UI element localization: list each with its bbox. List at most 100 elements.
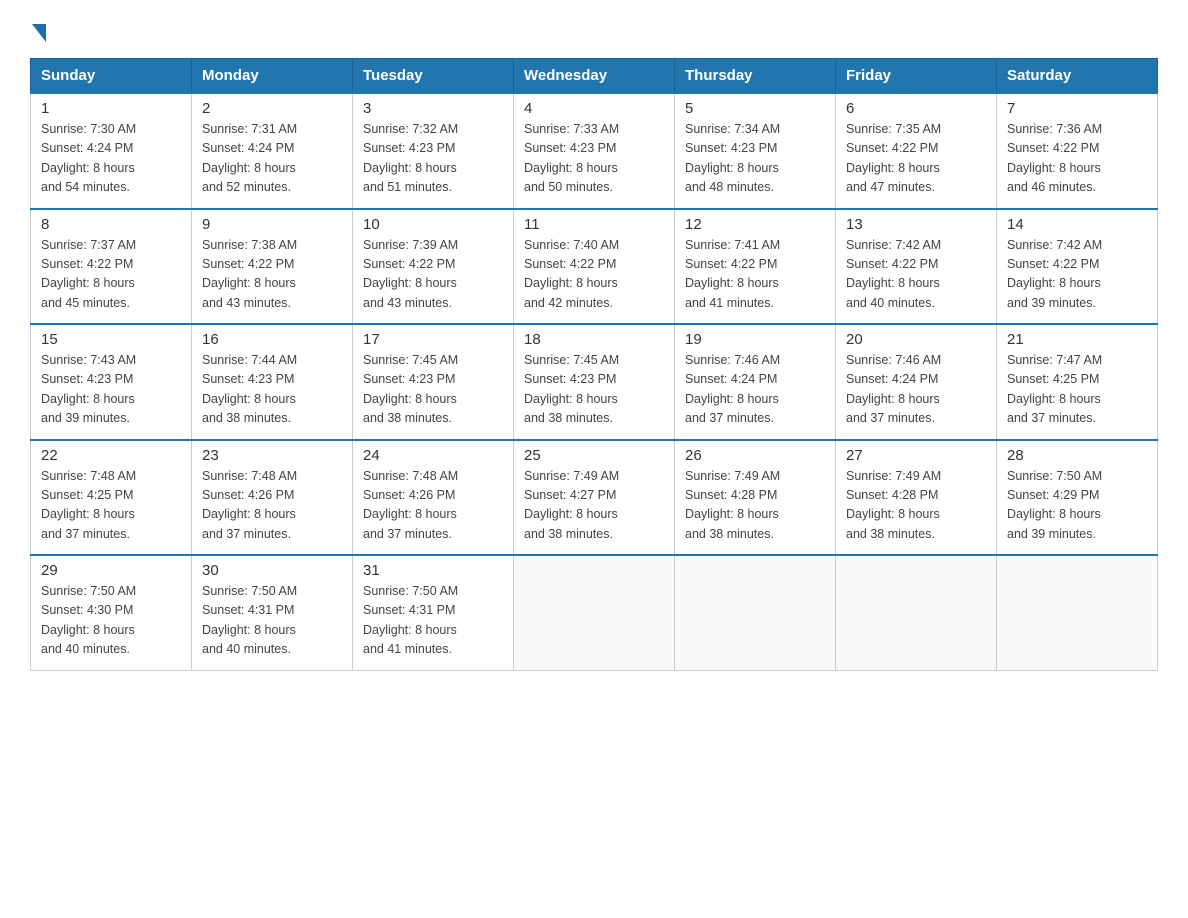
calendar-week-row: 8 Sunrise: 7:37 AM Sunset: 4:22 PM Dayli… xyxy=(31,209,1158,325)
calendar-cell: 30 Sunrise: 7:50 AM Sunset: 4:31 PM Dayl… xyxy=(192,555,353,670)
weekday-header-monday: Monday xyxy=(192,59,353,94)
calendar-cell: 31 Sunrise: 7:50 AM Sunset: 4:31 PM Dayl… xyxy=(353,555,514,670)
weekday-header-thursday: Thursday xyxy=(675,59,836,94)
day-info: Sunrise: 7:41 AM Sunset: 4:22 PM Dayligh… xyxy=(685,236,825,314)
day-info: Sunrise: 7:47 AM Sunset: 4:25 PM Dayligh… xyxy=(1007,351,1147,429)
calendar-cell: 22 Sunrise: 7:48 AM Sunset: 4:25 PM Dayl… xyxy=(31,440,192,556)
day-number: 13 xyxy=(846,216,986,233)
weekday-header-friday: Friday xyxy=(836,59,997,94)
day-number: 19 xyxy=(685,331,825,348)
calendar-cell: 9 Sunrise: 7:38 AM Sunset: 4:22 PM Dayli… xyxy=(192,209,353,325)
calendar-cell: 20 Sunrise: 7:46 AM Sunset: 4:24 PM Dayl… xyxy=(836,324,997,440)
day-number: 14 xyxy=(1007,216,1147,233)
calendar-cell: 3 Sunrise: 7:32 AM Sunset: 4:23 PM Dayli… xyxy=(353,93,514,209)
day-info: Sunrise: 7:36 AM Sunset: 4:22 PM Dayligh… xyxy=(1007,120,1147,198)
calendar-week-row: 22 Sunrise: 7:48 AM Sunset: 4:25 PM Dayl… xyxy=(31,440,1158,556)
calendar-cell xyxy=(997,555,1158,670)
calendar-cell: 13 Sunrise: 7:42 AM Sunset: 4:22 PM Dayl… xyxy=(836,209,997,325)
calendar-cell: 25 Sunrise: 7:49 AM Sunset: 4:27 PM Dayl… xyxy=(514,440,675,556)
calendar-cell: 7 Sunrise: 7:36 AM Sunset: 4:22 PM Dayli… xyxy=(997,93,1158,209)
day-info: Sunrise: 7:45 AM Sunset: 4:23 PM Dayligh… xyxy=(524,351,664,429)
weekday-header-saturday: Saturday xyxy=(997,59,1158,94)
day-number: 11 xyxy=(524,216,664,233)
calendar-cell: 24 Sunrise: 7:48 AM Sunset: 4:26 PM Dayl… xyxy=(353,440,514,556)
day-info: Sunrise: 7:43 AM Sunset: 4:23 PM Dayligh… xyxy=(41,351,181,429)
calendar-cell: 12 Sunrise: 7:41 AM Sunset: 4:22 PM Dayl… xyxy=(675,209,836,325)
calendar-cell xyxy=(514,555,675,670)
calendar-cell xyxy=(675,555,836,670)
calendar-cell: 23 Sunrise: 7:48 AM Sunset: 4:26 PM Dayl… xyxy=(192,440,353,556)
day-info: Sunrise: 7:46 AM Sunset: 4:24 PM Dayligh… xyxy=(685,351,825,429)
day-number: 2 xyxy=(202,100,342,117)
weekday-header-row: SundayMondayTuesdayWednesdayThursdayFrid… xyxy=(31,59,1158,94)
calendar-cell: 11 Sunrise: 7:40 AM Sunset: 4:22 PM Dayl… xyxy=(514,209,675,325)
calendar-cell: 29 Sunrise: 7:50 AM Sunset: 4:30 PM Dayl… xyxy=(31,555,192,670)
day-number: 16 xyxy=(202,331,342,348)
day-info: Sunrise: 7:31 AM Sunset: 4:24 PM Dayligh… xyxy=(202,120,342,198)
day-info: Sunrise: 7:39 AM Sunset: 4:22 PM Dayligh… xyxy=(363,236,503,314)
logo xyxy=(30,20,46,40)
day-info: Sunrise: 7:35 AM Sunset: 4:22 PM Dayligh… xyxy=(846,120,986,198)
weekday-header-wednesday: Wednesday xyxy=(514,59,675,94)
day-info: Sunrise: 7:50 AM Sunset: 4:31 PM Dayligh… xyxy=(363,582,503,660)
logo-triangle-icon xyxy=(32,24,46,42)
day-number: 25 xyxy=(524,447,664,464)
day-number: 9 xyxy=(202,216,342,233)
day-number: 31 xyxy=(363,562,503,579)
day-info: Sunrise: 7:33 AM Sunset: 4:23 PM Dayligh… xyxy=(524,120,664,198)
day-number: 5 xyxy=(685,100,825,117)
calendar-week-row: 1 Sunrise: 7:30 AM Sunset: 4:24 PM Dayli… xyxy=(31,93,1158,209)
day-number: 8 xyxy=(41,216,181,233)
day-info: Sunrise: 7:48 AM Sunset: 4:25 PM Dayligh… xyxy=(41,467,181,545)
calendar-cell: 18 Sunrise: 7:45 AM Sunset: 4:23 PM Dayl… xyxy=(514,324,675,440)
day-number: 21 xyxy=(1007,331,1147,348)
calendar-cell: 8 Sunrise: 7:37 AM Sunset: 4:22 PM Dayli… xyxy=(31,209,192,325)
day-info: Sunrise: 7:45 AM Sunset: 4:23 PM Dayligh… xyxy=(363,351,503,429)
calendar-table: SundayMondayTuesdayWednesdayThursdayFrid… xyxy=(30,58,1158,671)
calendar-cell: 10 Sunrise: 7:39 AM Sunset: 4:22 PM Dayl… xyxy=(353,209,514,325)
day-number: 15 xyxy=(41,331,181,348)
calendar-cell: 15 Sunrise: 7:43 AM Sunset: 4:23 PM Dayl… xyxy=(31,324,192,440)
day-number: 26 xyxy=(685,447,825,464)
day-info: Sunrise: 7:38 AM Sunset: 4:22 PM Dayligh… xyxy=(202,236,342,314)
day-info: Sunrise: 7:50 AM Sunset: 4:29 PM Dayligh… xyxy=(1007,467,1147,545)
day-info: Sunrise: 7:46 AM Sunset: 4:24 PM Dayligh… xyxy=(846,351,986,429)
day-info: Sunrise: 7:42 AM Sunset: 4:22 PM Dayligh… xyxy=(1007,236,1147,314)
calendar-cell: 2 Sunrise: 7:31 AM Sunset: 4:24 PM Dayli… xyxy=(192,93,353,209)
calendar-cell: 21 Sunrise: 7:47 AM Sunset: 4:25 PM Dayl… xyxy=(997,324,1158,440)
day-number: 7 xyxy=(1007,100,1147,117)
day-number: 1 xyxy=(41,100,181,117)
calendar-cell xyxy=(836,555,997,670)
day-info: Sunrise: 7:49 AM Sunset: 4:27 PM Dayligh… xyxy=(524,467,664,545)
calendar-cell: 27 Sunrise: 7:49 AM Sunset: 4:28 PM Dayl… xyxy=(836,440,997,556)
day-info: Sunrise: 7:32 AM Sunset: 4:23 PM Dayligh… xyxy=(363,120,503,198)
calendar-cell: 5 Sunrise: 7:34 AM Sunset: 4:23 PM Dayli… xyxy=(675,93,836,209)
calendar-cell: 14 Sunrise: 7:42 AM Sunset: 4:22 PM Dayl… xyxy=(997,209,1158,325)
day-info: Sunrise: 7:48 AM Sunset: 4:26 PM Dayligh… xyxy=(363,467,503,545)
day-number: 29 xyxy=(41,562,181,579)
day-number: 24 xyxy=(363,447,503,464)
weekday-header-sunday: Sunday xyxy=(31,59,192,94)
calendar-cell: 19 Sunrise: 7:46 AM Sunset: 4:24 PM Dayl… xyxy=(675,324,836,440)
day-number: 27 xyxy=(846,447,986,464)
day-info: Sunrise: 7:49 AM Sunset: 4:28 PM Dayligh… xyxy=(685,467,825,545)
day-info: Sunrise: 7:40 AM Sunset: 4:22 PM Dayligh… xyxy=(524,236,664,314)
calendar-week-row: 15 Sunrise: 7:43 AM Sunset: 4:23 PM Dayl… xyxy=(31,324,1158,440)
day-number: 18 xyxy=(524,331,664,348)
calendar-cell: 1 Sunrise: 7:30 AM Sunset: 4:24 PM Dayli… xyxy=(31,93,192,209)
day-info: Sunrise: 7:30 AM Sunset: 4:24 PM Dayligh… xyxy=(41,120,181,198)
day-info: Sunrise: 7:37 AM Sunset: 4:22 PM Dayligh… xyxy=(41,236,181,314)
day-info: Sunrise: 7:44 AM Sunset: 4:23 PM Dayligh… xyxy=(202,351,342,429)
calendar-cell: 28 Sunrise: 7:50 AM Sunset: 4:29 PM Dayl… xyxy=(997,440,1158,556)
day-number: 28 xyxy=(1007,447,1147,464)
day-number: 17 xyxy=(363,331,503,348)
day-info: Sunrise: 7:49 AM Sunset: 4:28 PM Dayligh… xyxy=(846,467,986,545)
calendar-week-row: 29 Sunrise: 7:50 AM Sunset: 4:30 PM Dayl… xyxy=(31,555,1158,670)
day-number: 22 xyxy=(41,447,181,464)
day-number: 23 xyxy=(202,447,342,464)
day-number: 30 xyxy=(202,562,342,579)
day-number: 20 xyxy=(846,331,986,348)
day-info: Sunrise: 7:48 AM Sunset: 4:26 PM Dayligh… xyxy=(202,467,342,545)
day-number: 10 xyxy=(363,216,503,233)
day-info: Sunrise: 7:42 AM Sunset: 4:22 PM Dayligh… xyxy=(846,236,986,314)
